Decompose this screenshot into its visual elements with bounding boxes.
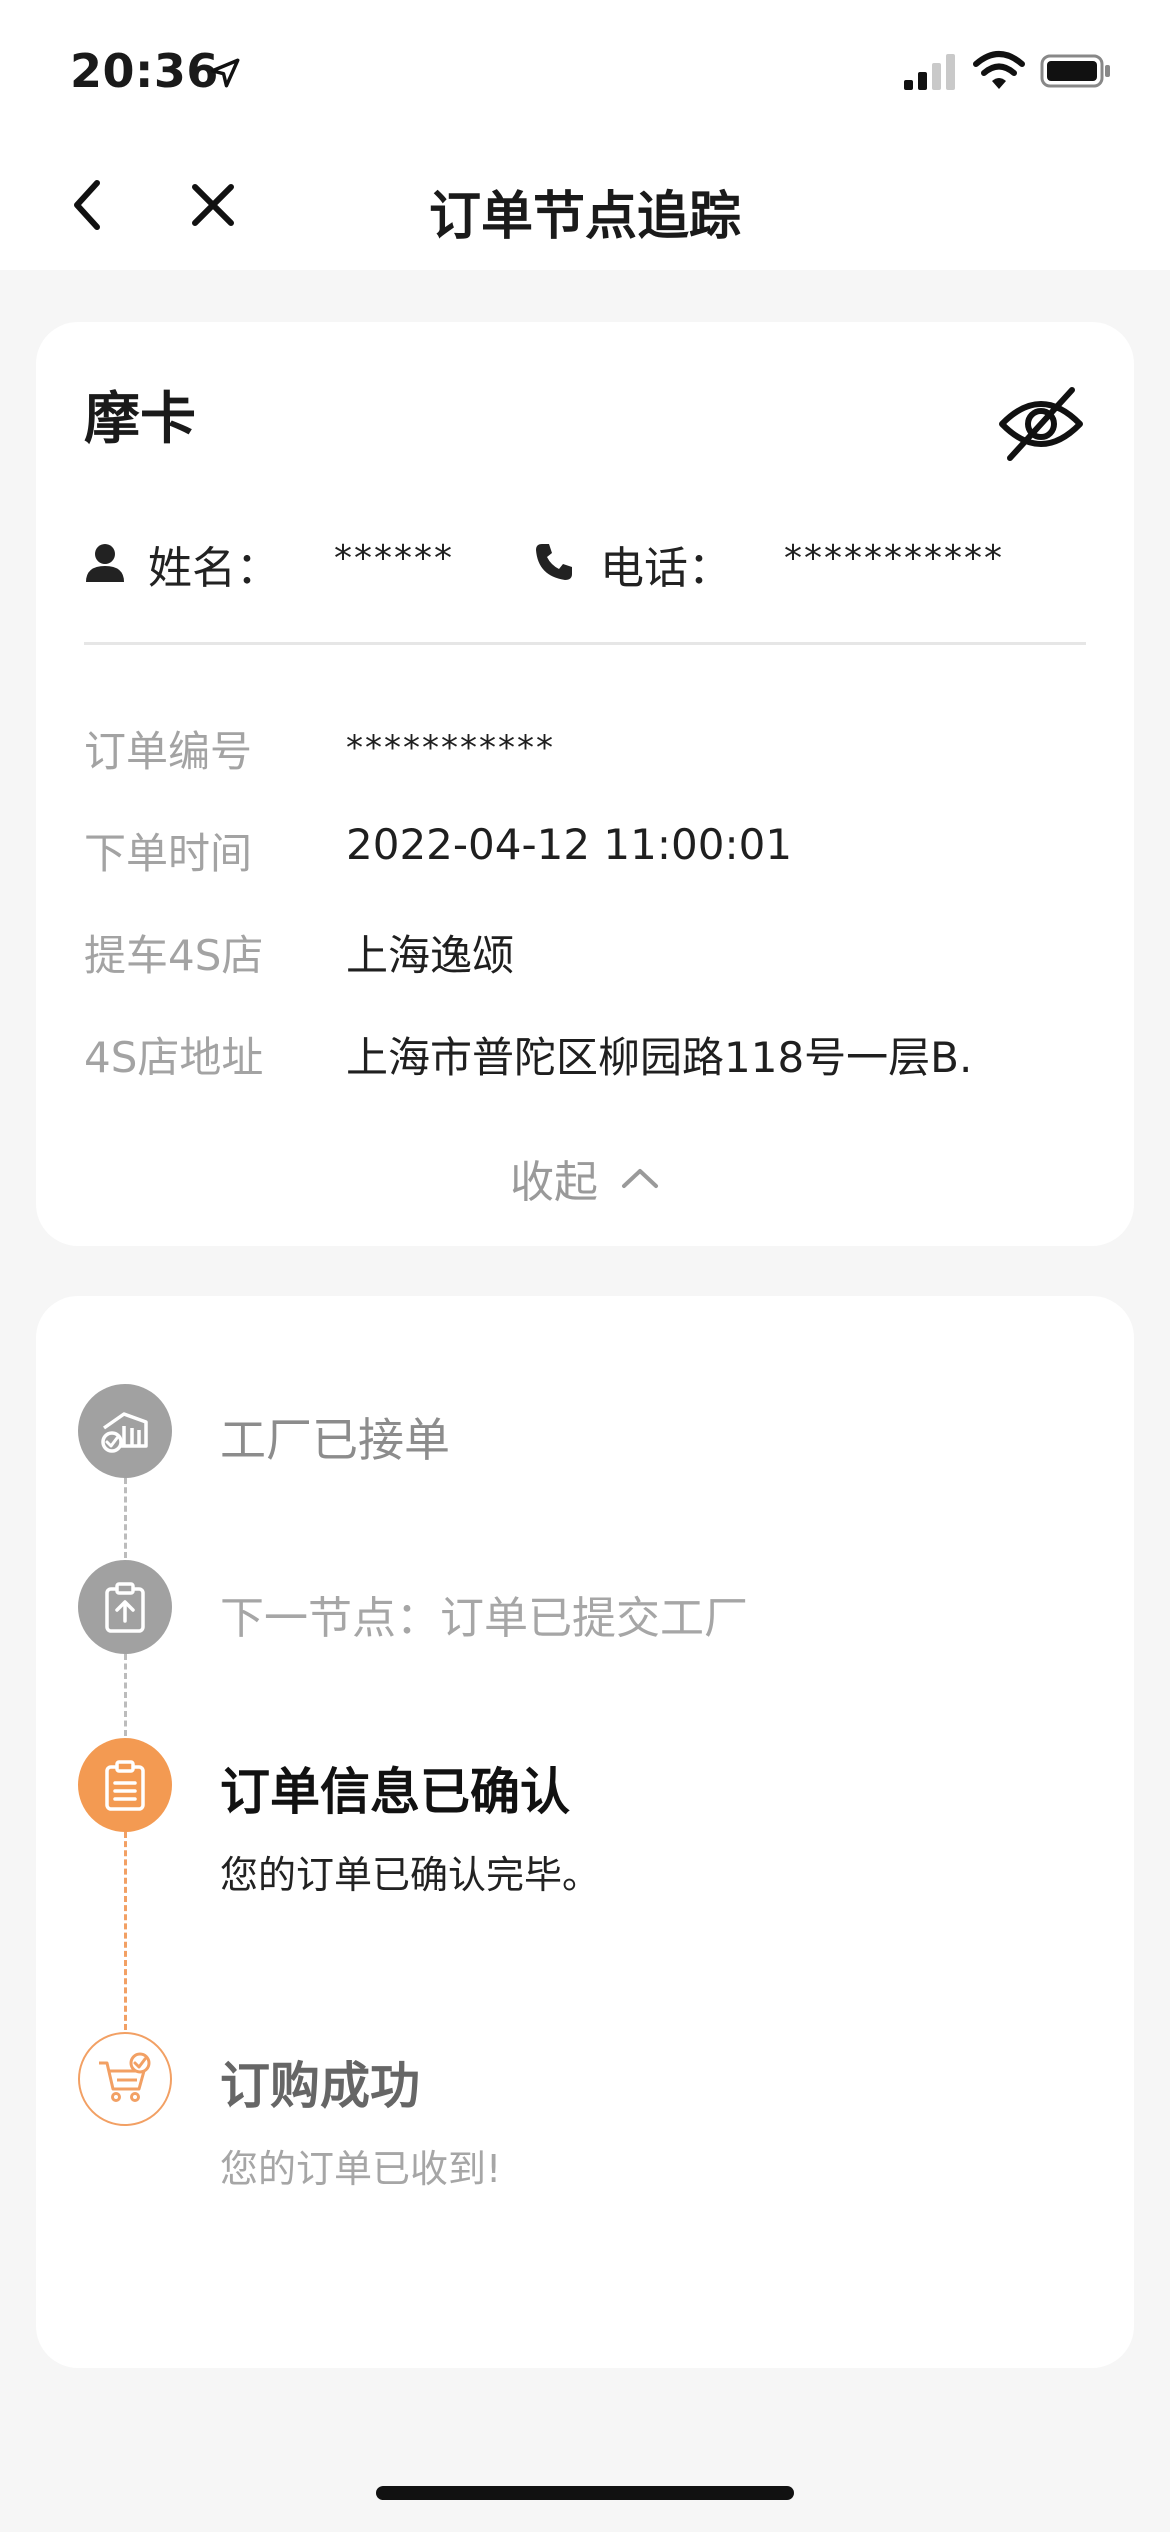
collapse-label: 收起 — [510, 1157, 598, 1208]
order-number-row: 订单编号 *********** — [84, 718, 1084, 776]
clipboard-list-icon — [105, 1760, 145, 1811]
timeline-card: 工厂已接单 下一节点：订单已提交工厂 订单信息已确认 您的订单已确认完毕。 订购… — [36, 1296, 1134, 2368]
timeline-step-subtitle: 您的订单已收到! — [220, 2147, 502, 2191]
order-number-label: 订单编号 — [84, 727, 253, 776]
clipboard-upload-icon — [105, 1582, 145, 1633]
order-info-card: 摩卡 姓名： ****** 电话： *********** 订单编号 *****… — [36, 322, 1134, 1246]
status-bar: 20:36 — [0, 0, 1170, 140]
phone-value: *********** — [784, 538, 1004, 579]
dealer-address-value: 上海市普陀区柳园路118号一层B. — [346, 1033, 973, 1082]
phone-label: 电话： — [600, 543, 732, 594]
timeline-step-title: 工厂已接单 — [220, 1413, 450, 1467]
name-label: 姓名： — [148, 543, 280, 594]
timeline-step-title: 订购成功 — [220, 2057, 420, 2115]
name-value: ****** — [334, 538, 454, 579]
dealer-label: 提车4S店 — [84, 931, 264, 980]
timeline-step-title: 订单信息已确认 — [220, 1763, 570, 1821]
timeline-step-icon — [78, 1384, 172, 1478]
dealer-address-label: 4S店地址 — [84, 1033, 264, 1082]
home-indicator[interactable] — [376, 2486, 794, 2500]
wifi-icon — [973, 51, 1025, 89]
location-arrow-icon — [210, 58, 240, 88]
dealer-row: 提车4S店 上海逸颂 — [84, 922, 1084, 980]
collapse-button[interactable]: 收起 — [36, 1148, 1134, 1208]
dealer-value: 上海逸颂 — [346, 931, 515, 980]
timeline-connector — [124, 1654, 127, 1736]
toggle-visibility-button[interactable] — [996, 378, 1086, 468]
car-model-name: 摩卡 — [84, 387, 196, 452]
timeline-step-title: 下一节点：订单已提交工厂 — [220, 1593, 748, 1644]
battery-icon — [1040, 54, 1110, 88]
chevron-up-icon — [622, 1169, 658, 1188]
order-time-row: 下单时间 2022-04-12 11:00:01 — [84, 820, 1084, 878]
order-time-label: 下单时间 — [84, 829, 253, 878]
eye-off-icon — [999, 387, 1083, 461]
nav-bar: 订单节点追踪 — [0, 140, 1170, 270]
timeline-connector — [124, 1478, 127, 1558]
cellular-signal-icon — [904, 54, 955, 90]
timeline-step-icon — [78, 1560, 172, 1654]
dealer-address-row: 4S店地址 上海市普陀区柳园路118号一层B. — [84, 1024, 1084, 1082]
timeline-connector — [124, 1832, 127, 2030]
timeline-step-icon — [78, 2032, 172, 2126]
status-time: 20:36 — [70, 44, 219, 98]
timeline-step-subtitle: 您的订单已确认完毕。 — [220, 1853, 601, 1897]
order-time-value: 2022-04-12 11:00:01 — [346, 820, 793, 869]
phone-icon — [536, 544, 572, 580]
page-title: 订单节点追踪 — [428, 187, 741, 247]
factory-icon — [101, 1412, 148, 1453]
timeline-step-icon — [78, 1738, 172, 1832]
contact-row: 姓名： ****** 电话： *********** — [84, 532, 1084, 594]
cart-check-icon — [99, 2052, 151, 2102]
person-icon — [86, 544, 124, 582]
order-number-value: *********** — [346, 728, 555, 768]
divider — [84, 642, 1086, 645]
order-tracking-screen: 20:36 订单节点追踪 摩卡 姓名： ****** 电话： *********… — [0, 0, 1170, 2532]
